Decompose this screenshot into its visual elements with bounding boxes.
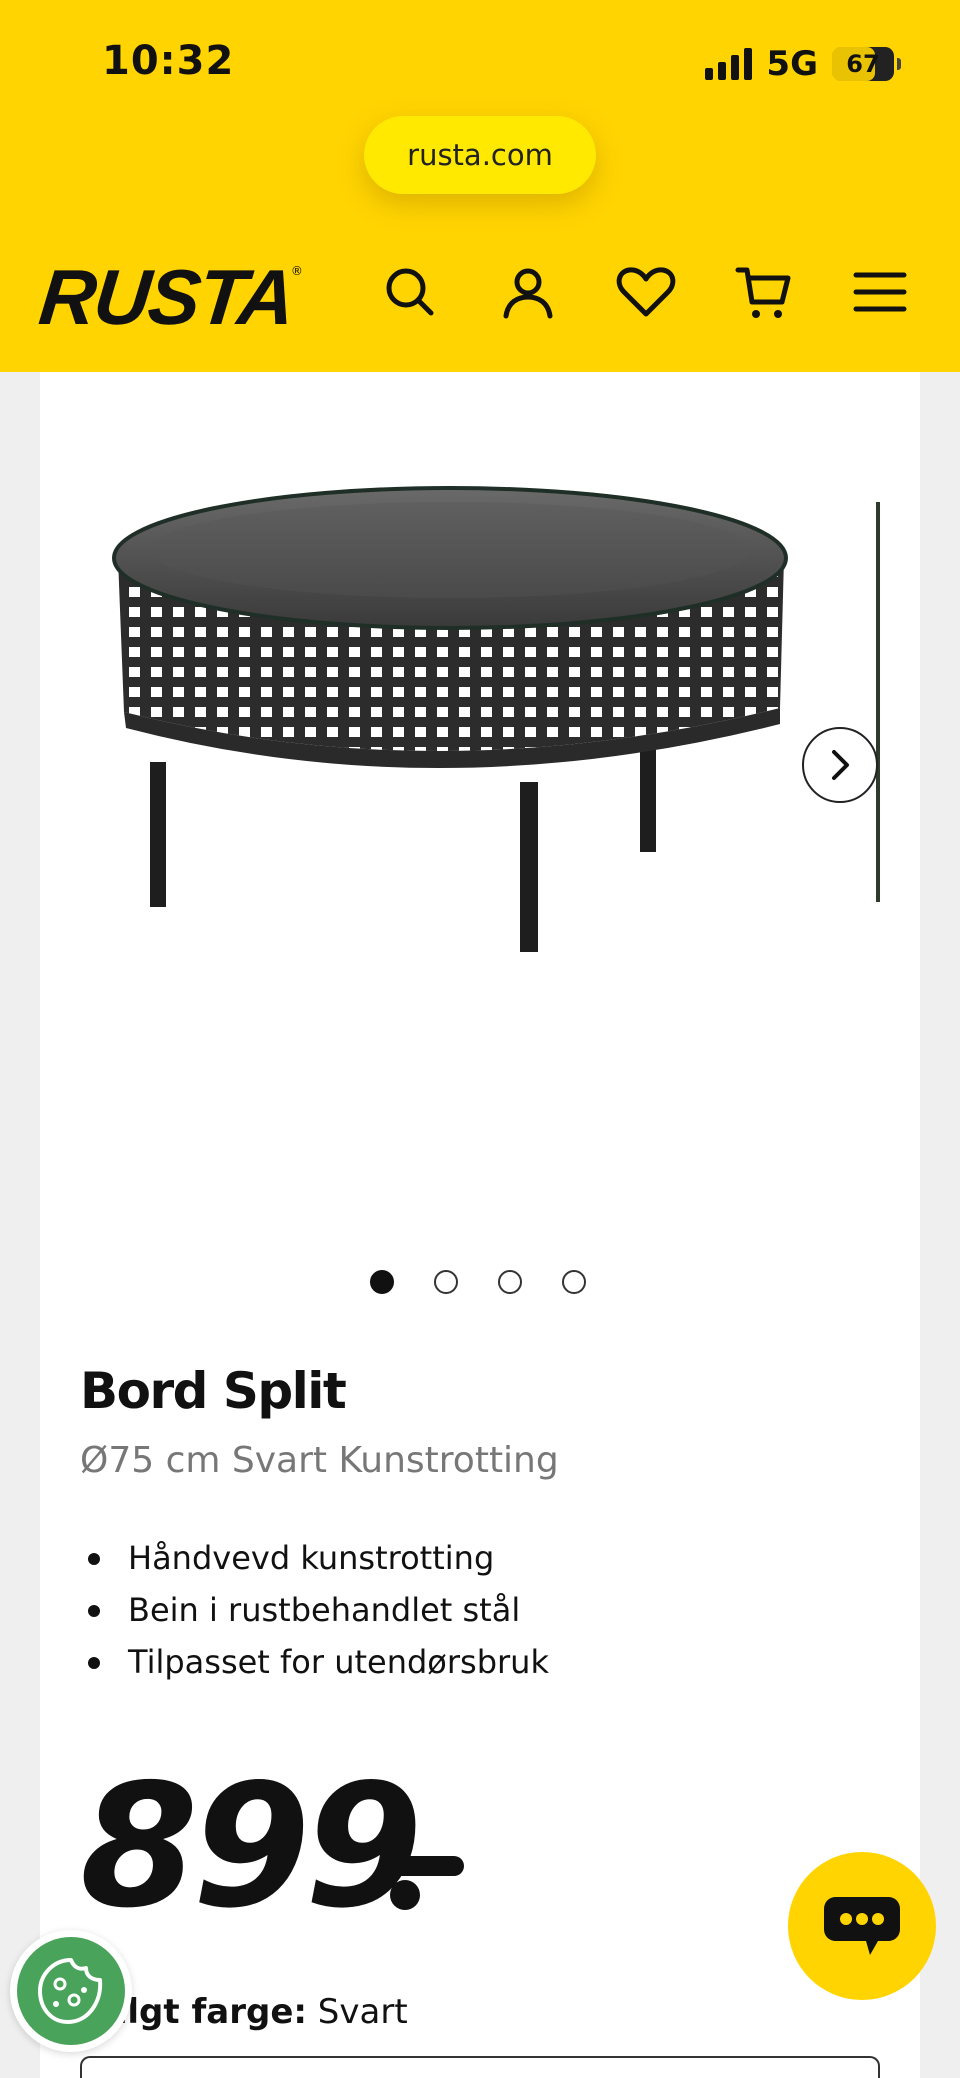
cookie-icon [17, 1937, 125, 2045]
signal-icon [705, 48, 753, 80]
search-icon[interactable] [380, 262, 440, 322]
gallery-dot[interactable] [434, 1270, 458, 1294]
product-image[interactable] [80, 462, 840, 1032]
price-dot [390, 1880, 420, 1910]
next-image-preview [876, 502, 880, 902]
status-indicators: 5G 67 [705, 44, 901, 84]
chat-button[interactable] [788, 1852, 936, 2000]
battery-level: 67 [846, 50, 880, 78]
heart-icon[interactable] [616, 262, 676, 322]
status-time: 10:32 [102, 38, 235, 84]
chevron-right-icon [832, 750, 849, 780]
product-page: Bord Split Ø75 cm Svart Kunstrotting Hån… [40, 372, 920, 2078]
logo-text: RUSTA [35, 253, 298, 341]
gallery-dot[interactable] [562, 1270, 586, 1294]
cookie-settings-button[interactable] [10, 1930, 132, 2052]
battery-icon: 67 [832, 47, 901, 81]
product-price: 899 [80, 1748, 423, 1946]
top-bar: 10:32 5G 67 rusta.com RUSTA ® [0, 0, 960, 372]
account-icon[interactable] [498, 262, 558, 322]
gallery-dot[interactable] [498, 1270, 522, 1294]
header-icons [380, 262, 920, 332]
gallery-dot[interactable] [370, 1270, 394, 1294]
product-title: Bord Split [80, 1362, 347, 1420]
rusta-logo[interactable]: RUSTA ® [35, 253, 302, 341]
url-bar[interactable]: rusta.com [364, 116, 596, 194]
price-dash [392, 1856, 464, 1876]
color-select[interactable] [80, 2056, 880, 2078]
gallery-pagination [370, 1270, 586, 1294]
feature-item: Håndvevd kunstrotting [80, 1532, 549, 1584]
feature-list: Håndvevd kunstrotting Bein i rustbehandl… [80, 1532, 549, 1688]
product-subtitle: Ø75 cm Svart Kunstrotting [80, 1440, 559, 1481]
next-image-button[interactable] [802, 727, 878, 803]
chat-bubble-icon [824, 1897, 900, 1955]
cart-icon[interactable] [734, 262, 794, 322]
menu-icon[interactable] [850, 262, 910, 322]
network-type: 5G [766, 44, 818, 84]
feature-item: Tilpasset for utendørsbruk [80, 1636, 549, 1688]
selected-color-value: Svart [317, 1992, 408, 2032]
feature-item: Bein i rustbehandlet stål [80, 1584, 549, 1636]
